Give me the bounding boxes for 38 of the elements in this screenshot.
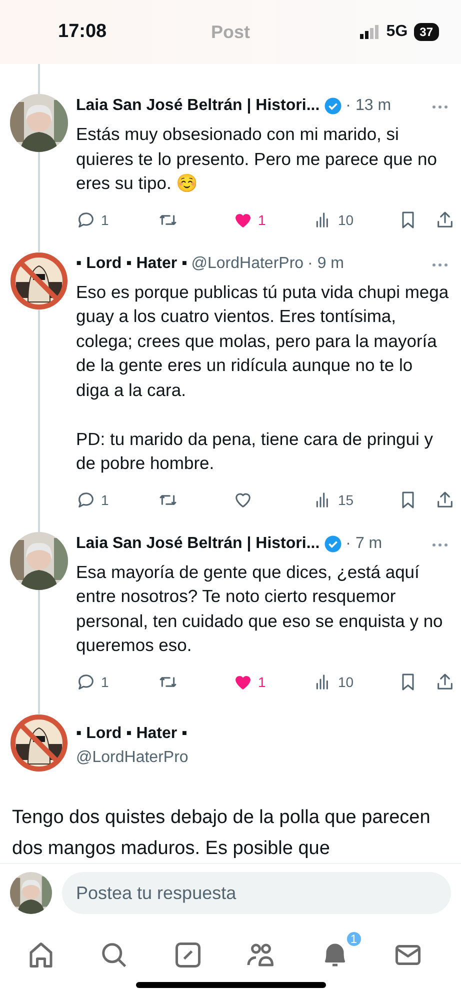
reply-icon[interactable]: [76, 490, 96, 510]
more-icon[interactable]: [431, 542, 449, 548]
reply-count: 1: [101, 212, 109, 228]
author-name[interactable]: Laia San José Beltrán | Histori...: [76, 97, 320, 115]
reply-field[interactable]: Postea tu respuesta: [62, 872, 451, 914]
like-count: 1: [258, 212, 266, 228]
post-text: Estás muy obsesionado con mi marido, si quieres te lo presento. Pero me parece que no eres su tipo. ☺: [76, 123, 438, 195]
author-name[interactable]: Laia San José Beltrán | Histori...: [76, 534, 320, 552]
reply-icon[interactable]: [76, 672, 96, 692]
more-icon[interactable]: [431, 104, 449, 110]
author-name[interactable]: ▪ Lord ▪ Hater ▪: [76, 254, 188, 272]
status-time: 17:08: [58, 21, 107, 43]
post-time: · 7 m: [346, 534, 382, 552]
signal-icon: [360, 25, 380, 39]
post-time: · 13 m: [346, 97, 392, 115]
author-name[interactable]: ▪ Lord ▪ Hater ▪: [76, 724, 188, 742]
share-icon[interactable]: [435, 672, 455, 692]
reply-count: 1: [101, 492, 109, 508]
page-title: Post: [210, 22, 251, 42]
compose-icon: [172, 940, 203, 970]
share-icon[interactable]: [435, 210, 455, 230]
like-count: 1: [258, 674, 266, 690]
author-handle[interactable]: @LordHaterPro: [191, 254, 304, 272]
more-icon[interactable]: [431, 262, 449, 268]
view-count: 10: [338, 212, 354, 228]
battery-level: 37: [414, 23, 439, 41]
view-count: 10: [338, 674, 354, 690]
notification-badge: 1: [344, 930, 363, 948]
post-text: Esa mayoría de gente que dices, ¿está aquí entre nosotros? Te noto cierto resquemor personal, ten cuidado que eso se enquista y no queremos eso.: [76, 560, 444, 657]
post-time: · 9 m: [308, 254, 344, 272]
post-text: Tengo dos quistes debajo de la polla que parecen dos mangos maduros. Es posible que: [11, 806, 432, 860]
post-text: Eso es porque publicas tú puta vida chupi mega guay a los cuatro vientos. Eres tontísima, colega; crees que molas, pero para la mayoría de la gente eres un ridícula aunque no te lo diga a la cara. PD: tu marido da pena, tiene cara de pringui y de pobre hombre.: [76, 280, 449, 475]
author-handle[interactable]: @LordHaterPro: [76, 748, 188, 766]
reply-count: 1: [101, 674, 109, 690]
share-icon[interactable]: [435, 490, 455, 510]
view-count: 15: [338, 492, 354, 508]
reply-icon[interactable]: [76, 210, 96, 230]
network-label: 5G: [386, 23, 408, 41]
